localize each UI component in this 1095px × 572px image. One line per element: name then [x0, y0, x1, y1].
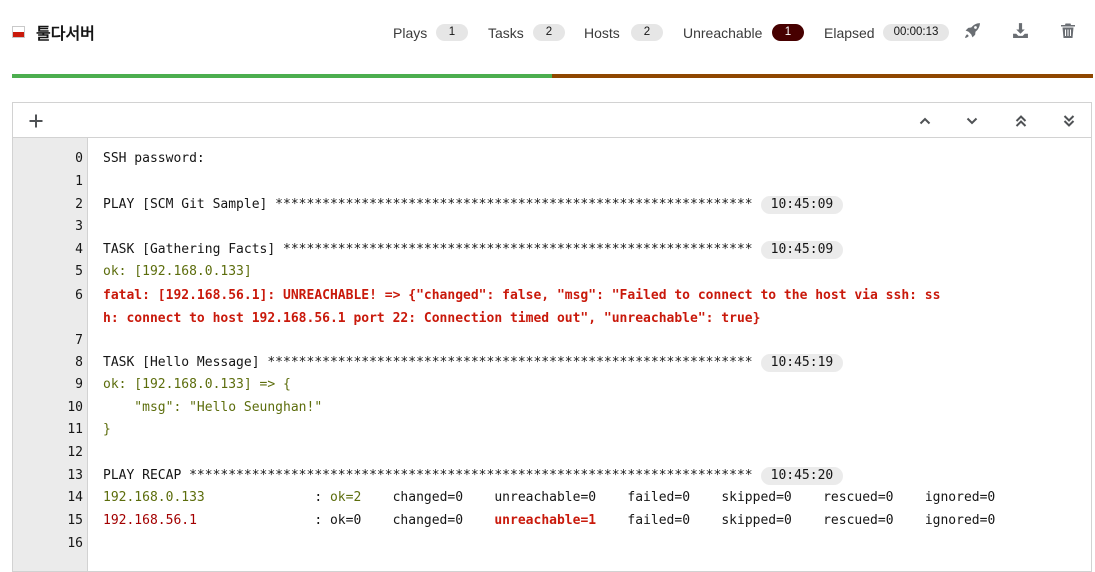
- line-text: TASK [Hello Message] *******************…: [103, 352, 844, 374]
- line-number: 7: [75, 333, 83, 348]
- output-line: 13 PLAY RECAP ***************************…: [13, 465, 1091, 487]
- output-line: 1: [13, 171, 1091, 193]
- output-line: 9 ok: [192.168.0.133] => {: [13, 374, 1091, 396]
- line-number: 13: [67, 468, 83, 483]
- tasks-label: Tasks: [488, 25, 524, 41]
- line-number: 0: [75, 151, 83, 166]
- line-text: "msg": "Hello Seunghan!": [103, 400, 323, 415]
- line-number: 3: [75, 219, 83, 234]
- line-text: 192.168.0.133 : ok=2 changed=0 unreachab…: [103, 490, 996, 505]
- line-number: 15: [67, 513, 83, 528]
- line-text: PLAY RECAP *****************************…: [103, 465, 844, 487]
- line-number: 10: [67, 400, 83, 415]
- line-text: PLAY [SCM Git Sample] ******************…: [103, 194, 844, 216]
- tasks-count-badge: 2: [533, 24, 565, 41]
- line-text: TASK [Gathering Facts] *****************…: [103, 239, 844, 261]
- output-line: 7: [13, 330, 1091, 352]
- plays-label: Plays: [393, 25, 428, 41]
- plays-count-badge: 1: [436, 24, 468, 41]
- output-line: 8 TASK [Hello Message] ******************…: [13, 352, 1091, 374]
- output-toolbar: [13, 103, 1091, 138]
- line-text: fatal: [192.168.56.1]: UNREACHABLE! => {…: [103, 288, 941, 303]
- line-number: 12: [67, 445, 83, 460]
- output-line: 2 PLAY [SCM Git Sample] *****************…: [13, 194, 1091, 216]
- elapsed-time-badge: 00:00:13: [883, 24, 949, 41]
- output-line: 10 "msg": "Hello Seunghan!": [13, 397, 1091, 419]
- line-number: 6: [75, 288, 83, 303]
- elapsed-label: Elapsed: [824, 25, 875, 41]
- output-line: 11}: [13, 419, 1091, 441]
- output-line: 3: [13, 216, 1091, 238]
- chevron-up-icon[interactable]: [916, 112, 934, 130]
- line-number: 14: [67, 490, 83, 505]
- unreachable-count-badge: 1: [772, 24, 804, 41]
- unreachable-label: Unreachable: [683, 25, 763, 41]
- output-line: 15 192.168.56.1 : ok=0 changed=0 unreacha…: [13, 510, 1091, 532]
- job-title: 툴다서버: [36, 26, 95, 43]
- line-text: ok: [192.168.0.133] => {: [103, 377, 291, 392]
- trash-icon[interactable]: [1059, 21, 1077, 39]
- job-output-panel: 0 SSH password: 1 2 PLAY [SCM Git Sample] …: [12, 102, 1092, 572]
- ok-segment: [12, 74, 553, 78]
- output-line: 5 ok: [192.168.0.133]: [13, 261, 1091, 283]
- line-number: 9: [75, 377, 83, 392]
- double-chevron-up-icon[interactable]: [1012, 112, 1030, 130]
- output-line: 16: [13, 533, 1091, 555]
- host-status-bar: [12, 74, 1093, 78]
- line-text: SSH password:: [103, 151, 205, 166]
- unreachable-segment: [552, 74, 1093, 78]
- line-number: 2: [75, 197, 83, 212]
- line-number: 16: [67, 536, 83, 551]
- download-icon[interactable]: [1011, 21, 1029, 39]
- line-number: 1: [75, 174, 83, 189]
- line-number: 5: [75, 264, 83, 279]
- output-line: 6 fatal: [192.168.56.1]: UNREACHABLE! => …: [13, 285, 1091, 307]
- hosts-count-badge: 2: [631, 24, 663, 41]
- line-text: h: connect to host 192.168.56.1 port 22:…: [103, 311, 761, 326]
- line-text: ok: [192.168.0.133]: [103, 264, 252, 279]
- line-number: 4: [75, 242, 83, 257]
- plus-icon[interactable]: [27, 112, 45, 130]
- timestamp-badge: 10:45:09: [760, 241, 844, 259]
- job-status-icon: [12, 26, 25, 38]
- line-number: 8: [75, 355, 83, 370]
- line-text: }: [103, 422, 111, 437]
- line-number: 11: [67, 422, 83, 437]
- timestamp-badge: 10:45:09: [760, 196, 844, 214]
- chevron-down-icon[interactable]: [963, 112, 981, 130]
- output-line: 12: [13, 442, 1091, 464]
- output-line: 14 192.168.0.133 : ok=2 changed=0 unreach…: [13, 487, 1091, 509]
- double-chevron-down-icon[interactable]: [1060, 112, 1078, 130]
- hosts-label: Hosts: [584, 25, 620, 41]
- output-line: h: connect to host 192.168.56.1 port 22:…: [13, 308, 1091, 330]
- line-text: 192.168.56.1 : ok=0 changed=0 unreachabl…: [103, 513, 996, 528]
- timestamp-badge: 10:45:19: [760, 354, 844, 372]
- output-line: 4 TASK [Gathering Facts] ****************…: [13, 239, 1091, 261]
- timestamp-badge: 10:45:20: [760, 467, 844, 485]
- rocket-icon[interactable]: [963, 21, 981, 39]
- job-header: 툴다서버 Plays 1 Tasks 2 Hosts 2 Unreachable…: [0, 0, 1095, 64]
- output-line: 0 SSH password:: [13, 148, 1091, 170]
